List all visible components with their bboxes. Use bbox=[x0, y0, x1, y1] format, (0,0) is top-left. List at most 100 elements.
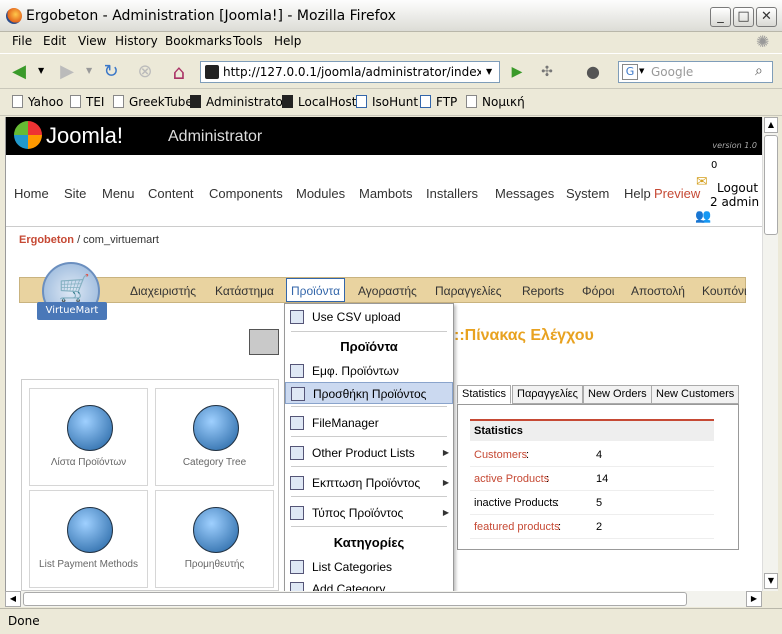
menu-item-product-discount[interactable]: Εκπτωση Προϊόντος ▶ bbox=[285, 472, 453, 494]
vm-menu-store[interactable]: Κατάστημα bbox=[215, 284, 274, 298]
bookmark-administrator[interactable]: Administrator bbox=[190, 95, 288, 109]
statistics-heading: Statistics bbox=[470, 419, 714, 441]
reload-icon[interactable]: ↻ bbox=[98, 59, 124, 85]
forward-history-icon[interactable]: ▼ bbox=[86, 66, 92, 75]
vm-menu-admin[interactable]: Διαχειριστής bbox=[130, 284, 196, 298]
menu-edit[interactable]: Edit bbox=[43, 34, 66, 48]
vm-menu-orders[interactable]: Παραγγελίες bbox=[435, 284, 502, 298]
stat-value: 2 bbox=[596, 521, 603, 533]
search-engine-dropdown-icon[interactable]: ▼ bbox=[639, 67, 644, 75]
menu-file[interactable]: File bbox=[12, 34, 32, 48]
vm-menu-taxes[interactable]: Φόροι bbox=[582, 284, 614, 298]
bookmark-isohunt[interactable]: IsoHunt bbox=[356, 95, 418, 109]
bookmark-yahoo[interactable]: Yahoo bbox=[12, 95, 63, 109]
jmenu-modules[interactable]: Modules bbox=[296, 186, 345, 201]
menu-bookmarks[interactable]: Bookmarks bbox=[165, 34, 232, 48]
extension-icon[interactable]: ✣ bbox=[534, 59, 560, 85]
forward-icon[interactable]: ▶ bbox=[54, 59, 80, 85]
logout-link[interactable]: Logout bbox=[717, 181, 758, 195]
messages-count[interactable]: 0 bbox=[711, 160, 717, 171]
jmenu-messages[interactable]: Messages bbox=[495, 186, 554, 201]
menu-history[interactable]: History bbox=[115, 34, 158, 48]
url-dropdown-icon[interactable]: ▼ bbox=[486, 67, 492, 76]
back-icon[interactable]: ◀ bbox=[6, 59, 32, 85]
jmenu-menu[interactable]: Menu bbox=[102, 186, 135, 201]
vertical-scrollbar[interactable]: ▲ ▼ bbox=[762, 117, 778, 591]
menu-item-product-type[interactable]: Τύπος Προϊόντος ▶ bbox=[285, 502, 453, 524]
preview-link[interactable]: Preview bbox=[654, 186, 700, 201]
back-history-icon[interactable]: ▼ bbox=[38, 66, 44, 75]
vm-menu-shopper[interactable]: Αγοραστής bbox=[358, 284, 417, 298]
vm-menu-products[interactable]: Προϊόντα bbox=[286, 278, 346, 302]
jmenu-content[interactable]: Content bbox=[148, 186, 194, 201]
search-box[interactable]: G ▼ Google ⌕ bbox=[618, 61, 773, 83]
tab-new-orders[interactable]: New Orders bbox=[583, 385, 652, 404]
go-icon[interactable]: ▶ bbox=[504, 59, 530, 85]
stat-active-products-link[interactable]: active Products bbox=[474, 473, 549, 485]
jmenu-system[interactable]: System bbox=[566, 186, 609, 201]
bookmark-localhost[interactable]: LocalHost bbox=[282, 95, 356, 109]
minimize-button[interactable]: _ bbox=[710, 7, 731, 27]
jmenu-home[interactable]: Home bbox=[14, 186, 49, 201]
jmenu-components[interactable]: Components bbox=[209, 186, 283, 201]
menu-item-other-product-lists[interactable]: Other Product Lists ▶ bbox=[285, 442, 453, 464]
bookmark-ftp[interactable]: FTP bbox=[420, 95, 457, 109]
search-input[interactable]: Google bbox=[651, 65, 693, 79]
menu-tools[interactable]: Tools bbox=[233, 34, 263, 48]
credit-card-icon bbox=[67, 507, 113, 553]
stat-row: active Products: 14 bbox=[470, 467, 714, 491]
vm-menu-coupon[interactable]: Κουπόνι bbox=[702, 284, 747, 298]
url-text[interactable]: http://127.0.0.1/joomla/administrator/in… bbox=[223, 65, 481, 79]
search-icon[interactable]: ⌕ bbox=[755, 63, 763, 79]
scroll-thumb[interactable] bbox=[764, 135, 778, 235]
close-button[interactable]: ✕ bbox=[756, 7, 777, 27]
home-icon[interactable]: ⌂ bbox=[166, 59, 192, 85]
google-icon bbox=[420, 95, 431, 108]
hscroll-thumb[interactable] bbox=[23, 592, 687, 606]
users-icon[interactable]: 👥 bbox=[695, 209, 711, 224]
stat-featured-products-link[interactable]: featured products bbox=[474, 521, 560, 533]
status-text: Done bbox=[8, 614, 40, 628]
stop-icon[interactable]: ⊗ bbox=[132, 59, 158, 85]
menu-item-show-products[interactable]: Εμφ. Προϊόντων bbox=[285, 360, 453, 382]
bookmark-tei[interactable]: TEI bbox=[70, 95, 104, 109]
maximize-button[interactable]: □ bbox=[733, 7, 754, 27]
scroll-up-icon[interactable]: ▲ bbox=[764, 117, 778, 133]
menu-item-csv-upload[interactable]: Use CSV upload bbox=[285, 306, 453, 328]
menu-view[interactable]: View bbox=[78, 34, 106, 48]
menu-item-add-category[interactable]: Add Category bbox=[285, 578, 453, 591]
scroll-down-icon[interactable]: ▼ bbox=[764, 573, 778, 589]
scroll-right-icon[interactable]: ▶ bbox=[746, 591, 762, 607]
product-list-tile[interactable]: Λίστα Προϊόντων bbox=[29, 388, 148, 486]
vm-menu-reports[interactable]: Reports bbox=[522, 284, 564, 298]
jmenu-help[interactable]: Help bbox=[624, 186, 651, 201]
payment-methods-tile[interactable]: List Payment Methods bbox=[29, 490, 148, 588]
horizontal-scrollbar[interactable]: ◀ ▶ bbox=[5, 591, 762, 607]
category-tree-tile[interactable]: Category Tree bbox=[155, 388, 274, 486]
menu-help[interactable]: Help bbox=[274, 34, 301, 48]
vm-menu-shipping[interactable]: Αποστολή bbox=[631, 284, 685, 298]
list-icon bbox=[290, 560, 304, 574]
bookmark-nomiki[interactable]: Νομική bbox=[466, 95, 525, 109]
jmenu-installers[interactable]: Installers bbox=[426, 186, 478, 201]
breadcrumb-site[interactable]: Ergobeton bbox=[19, 234, 74, 246]
google-icon[interactable]: G bbox=[622, 64, 638, 80]
bookmark-greektube[interactable]: GreekTube bbox=[113, 95, 193, 109]
mail-icon[interactable]: ✉ bbox=[696, 174, 708, 190]
vendor-tile[interactable]: Προμηθευτής bbox=[155, 490, 274, 588]
url-bar[interactable]: http://127.0.0.1/joomla/administrator/in… bbox=[200, 61, 500, 83]
isohunt-icon bbox=[356, 95, 367, 108]
menu-item-list-categories[interactable]: List Categories bbox=[285, 556, 453, 578]
scroll-left-icon[interactable]: ◀ bbox=[5, 591, 21, 607]
user-icon[interactable]: ● bbox=[580, 59, 606, 85]
virtuemart-menu: Διαχειριστής Κατάστημα Προϊόντα Αγοραστή… bbox=[19, 277, 747, 303]
jmenu-mambots[interactable]: Mambots bbox=[359, 186, 412, 201]
stat-customers-link[interactable]: Customers bbox=[474, 449, 527, 461]
tab-statistics[interactable]: Statistics bbox=[457, 385, 512, 404]
tab-new-customers[interactable]: New Customers bbox=[651, 385, 740, 404]
tab-orders[interactable]: Παραγγελίες bbox=[512, 385, 583, 404]
menu-item-file-manager[interactable]: FileManager bbox=[285, 412, 453, 434]
menu-item-add-product[interactable]: Προσθήκη Προϊόντος bbox=[285, 382, 453, 404]
statistics-panel: Statistics Customers: 4 active Products:… bbox=[457, 404, 739, 550]
jmenu-site[interactable]: Site bbox=[64, 186, 86, 201]
